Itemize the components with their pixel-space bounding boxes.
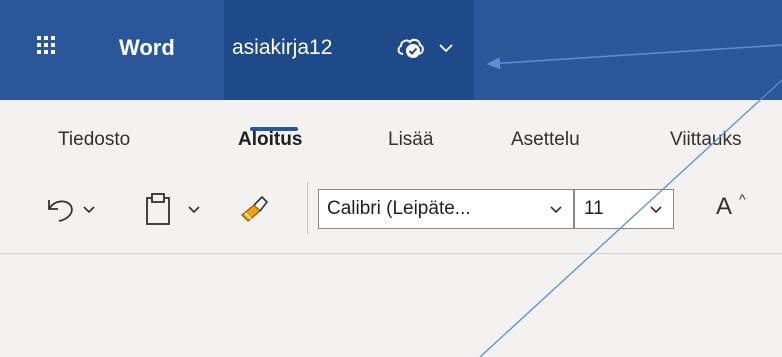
cloud-saved-icon: [397, 38, 424, 58]
tab-file[interactable]: Tiedosto: [58, 128, 130, 152]
tab-layout[interactable]: Asettelu: [511, 128, 580, 152]
tab-home[interactable]: Aloitus: [238, 128, 302, 152]
font-family-value[interactable]: Calibri (Leipäte...: [327, 196, 471, 222]
tab-references[interactable]: Viittauks: [670, 128, 741, 152]
undo-dropdown-chevron-icon[interactable]: [81, 203, 97, 217]
app-launcher-waffle-icon[interactable]: [37, 36, 59, 58]
document-canvas[interactable]: [0, 254, 782, 357]
format-painter-icon[interactable]: [236, 193, 270, 225]
ribbon-tabs: Tiedosto Aloitus Lisää Asettelu Viittauk…: [0, 100, 782, 170]
app-name[interactable]: Word: [119, 33, 175, 63]
paste-icon[interactable]: [143, 192, 173, 228]
paste-dropdown-chevron-icon[interactable]: [186, 203, 202, 217]
grow-font-caret-icon: ^: [739, 191, 746, 207]
font-size-chevron-icon[interactable]: [648, 203, 664, 217]
chevron-down-icon[interactable]: [438, 41, 454, 55]
font-size-value[interactable]: 11: [584, 196, 604, 222]
document-name[interactable]: asiakirja12: [232, 33, 332, 63]
tab-insert[interactable]: Lisää: [388, 128, 433, 152]
grow-font-icon[interactable]: A: [716, 192, 732, 222]
toolbar-separator: [307, 182, 308, 234]
undo-icon[interactable]: [45, 194, 79, 226]
title-bar: Word asiakirja12: [0, 0, 782, 100]
font-family-chevron-icon[interactable]: [548, 203, 564, 217]
active-tab-indicator: [250, 127, 298, 131]
